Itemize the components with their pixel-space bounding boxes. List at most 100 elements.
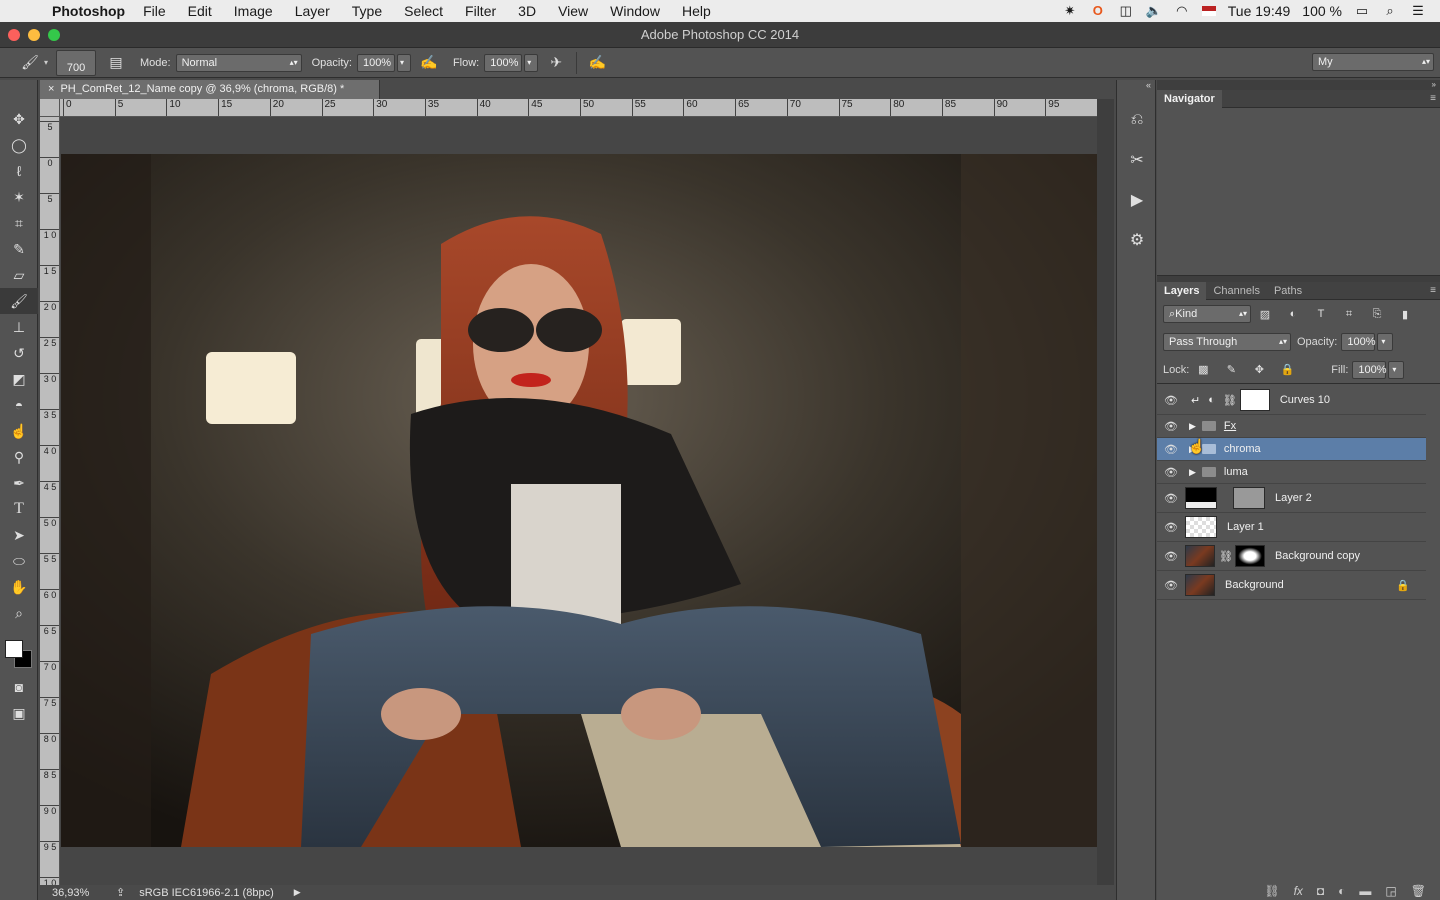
spotlight-search-icon[interactable]: ⌕ — [1382, 4, 1398, 18]
visibility-eye-icon[interactable]: 👁 — [1157, 443, 1185, 456]
menu-layer[interactable]: Layer — [295, 3, 330, 19]
menu-view[interactable]: View — [558, 3, 588, 19]
document-canvas-image[interactable] — [61, 154, 1097, 847]
visibility-eye-icon[interactable]: 👁 — [1157, 550, 1185, 563]
layer-thumbnail[interactable] — [1185, 516, 1217, 538]
clone-source-icon[interactable]: ⚙ — [1117, 220, 1157, 260]
filter-adjustment-icon[interactable]: ◐ — [1283, 304, 1303, 324]
menu-edit[interactable]: Edit — [188, 3, 212, 19]
brush-panel-toggle-icon[interactable]: ▤ — [106, 53, 126, 73]
history-panel-icon[interactable]: ⎌ — [1117, 100, 1157, 140]
blend-mode-select[interactable]: Pass Through ▴▾ — [1163, 333, 1291, 351]
layer-mask-thumbnail[interactable] — [1239, 389, 1270, 411]
preset-dropdown-icon[interactable]: ▾ — [44, 58, 48, 67]
visibility-eye-icon[interactable]: 👁 — [1157, 394, 1185, 407]
menu-select[interactable]: Select — [404, 3, 443, 19]
tab-navigator[interactable]: Navigator — [1157, 89, 1222, 108]
new-group-icon[interactable]: ▬ — [1359, 884, 1371, 898]
mask-link-icon[interactable]: ⛓ — [1223, 394, 1237, 407]
flow-dropdown[interactable]: ▾ — [524, 53, 539, 72]
foreground-color-swatch[interactable] — [5, 640, 23, 658]
visibility-eye-icon[interactable]: 👁 — [1157, 466, 1185, 479]
filter-shape-icon[interactable]: ⌗ — [1339, 304, 1359, 324]
mode-select[interactable]: Normal ▴▾ — [175, 53, 302, 72]
new-adjustment-icon[interactable]: ◐ — [1338, 884, 1345, 898]
filter-type-icon[interactable]: T — [1311, 304, 1331, 324]
fill-dropdown[interactable]: ▾ — [1388, 360, 1405, 379]
ruler-origin[interactable] — [40, 99, 60, 117]
actions-panel-icon[interactable]: ▶ — [1117, 180, 1157, 220]
airbrush-icon[interactable]: ✈ — [546, 53, 566, 73]
ellipse-tool-icon[interactable]: ⬭ — [0, 548, 38, 574]
notification-center-icon[interactable]: ☰ — [1410, 4, 1426, 18]
menu-image[interactable]: Image — [234, 3, 273, 19]
path-selection-tool-icon[interactable]: ➤ — [0, 522, 38, 548]
menu-type[interactable]: Type — [352, 3, 382, 19]
paint-bucket-tool-icon[interactable]: ◓ — [0, 392, 38, 418]
lock-transparent-icon[interactable]: ▩ — [1193, 360, 1213, 380]
move-tool-icon[interactable]: ✥ — [0, 106, 38, 132]
marquee-tool-icon[interactable]: ◯ — [0, 132, 38, 158]
lock-image-icon[interactable]: ✎ — [1221, 360, 1241, 380]
layer-thumbnail[interactable] — [1185, 574, 1215, 596]
zoom-tool-icon[interactable]: ⌕ — [0, 600, 38, 626]
hand-tool-icon[interactable]: ✋ — [0, 574, 38, 600]
navigator-menu-icon[interactable]: ≡ — [1430, 93, 1436, 104]
brush-preset-icon[interactable]: 🖌 — [20, 53, 40, 73]
menu-help[interactable]: Help — [682, 3, 711, 19]
filter-kind-select[interactable]: ⌕Kind ▴▾ — [1163, 305, 1251, 323]
opacity-field[interactable]: 100% — [356, 53, 395, 72]
vertical-scrollbar[interactable] — [1097, 99, 1114, 885]
expand-group-icon[interactable]: ▶ — [1189, 421, 1196, 432]
app-status-icon[interactable]: ◫ — [1118, 4, 1134, 18]
tab-channels[interactable]: Channels — [1206, 282, 1266, 300]
menu-3d[interactable]: 3D — [518, 3, 536, 19]
layer-mask-thumbnail[interactable] — [1234, 545, 1265, 567]
lasso-tool-icon[interactable]: ℓ — [0, 158, 38, 184]
clone-stamp-tool-icon[interactable]: ⊥ — [0, 314, 38, 340]
panel-collapse-icon[interactable]: » — [1157, 80, 1440, 90]
layer-row[interactable]: 👁 ⛓ Background copy — [1157, 542, 1426, 571]
opacity-dropdown[interactable]: ▾ — [396, 53, 411, 72]
horizontal-ruler[interactable]: 0 5 10 15 20 25 30 35 40 45 50 55 60 65 70 75 80 85 90 95 — [60, 99, 1097, 117]
layer-thumbnail[interactable] — [1185, 487, 1217, 509]
close-tab-icon[interactable]: × — [48, 83, 54, 95]
filter-pixel-icon[interactable]: ▨ — [1255, 304, 1275, 324]
layer-row[interactable]: 👁 Layer 2 — [1157, 484, 1426, 513]
menu-filter[interactable]: Filter — [465, 3, 496, 19]
layer-row[interactable]: 👁 ↵ ◐ ⛓ Curves 10 — [1157, 386, 1426, 415]
tab-layers[interactable]: Layers — [1157, 281, 1207, 300]
pressure-size-icon[interactable]: ✍ — [587, 53, 607, 73]
visibility-eye-icon[interactable]: 👁 — [1157, 579, 1185, 592]
layer-style-icon[interactable]: fx — [1294, 884, 1303, 898]
opera-icon[interactable]: O — [1090, 4, 1106, 18]
battery-percent[interactable]: 100 % — [1302, 3, 1342, 19]
filter-toggle-icon[interactable]: ▮ — [1395, 304, 1415, 324]
layer-opacity-field[interactable]: 100% — [1341, 333, 1376, 351]
dock-collapse-icon[interactable]: « — [1117, 80, 1155, 100]
layers-menu-icon[interactable]: ≡ — [1430, 285, 1436, 296]
flag-icon[interactable] — [1201, 6, 1216, 16]
menu-app-name[interactable]: Photoshop — [52, 3, 125, 19]
export-icon[interactable]: ⇪ — [116, 886, 125, 899]
crop-tool-icon[interactable]: ⌗ — [0, 210, 38, 236]
lock-all-icon[interactable]: 🔒 — [1277, 360, 1297, 380]
screen-mode-icon[interactable]: ▣ — [0, 700, 38, 726]
link-layers-icon[interactable]: ⛓ — [1264, 884, 1279, 898]
minimize-window-icon[interactable] — [28, 29, 40, 41]
battery-icon[interactable]: ▭ — [1354, 4, 1370, 18]
quick-selection-tool-icon[interactable]: ✶ — [0, 184, 38, 210]
dodge-tool-icon[interactable]: ⚲ — [0, 444, 38, 470]
visibility-eye-icon[interactable]: 👁 — [1157, 492, 1185, 505]
visibility-eye-icon[interactable]: 👁 — [1157, 521, 1185, 534]
visibility-eye-icon[interactable]: 👁 — [1157, 420, 1185, 433]
volume-icon[interactable]: 🔈 — [1146, 4, 1162, 18]
layer-opacity-dropdown[interactable]: ▾ — [1377, 333, 1394, 351]
layer-lock-icon[interactable]: 🔒 — [1396, 579, 1410, 592]
eyedropper-tool-icon[interactable]: ✎ — [0, 236, 38, 262]
tool-presets-icon[interactable]: ✂ — [1117, 140, 1157, 180]
quick-mask-icon[interactable]: ◙ — [0, 674, 38, 700]
wifi-icon[interactable]: ◠ — [1174, 4, 1190, 18]
zoom-window-icon[interactable] — [48, 29, 60, 41]
workspace-select[interactable]: My ▴▾ — [1312, 53, 1434, 71]
